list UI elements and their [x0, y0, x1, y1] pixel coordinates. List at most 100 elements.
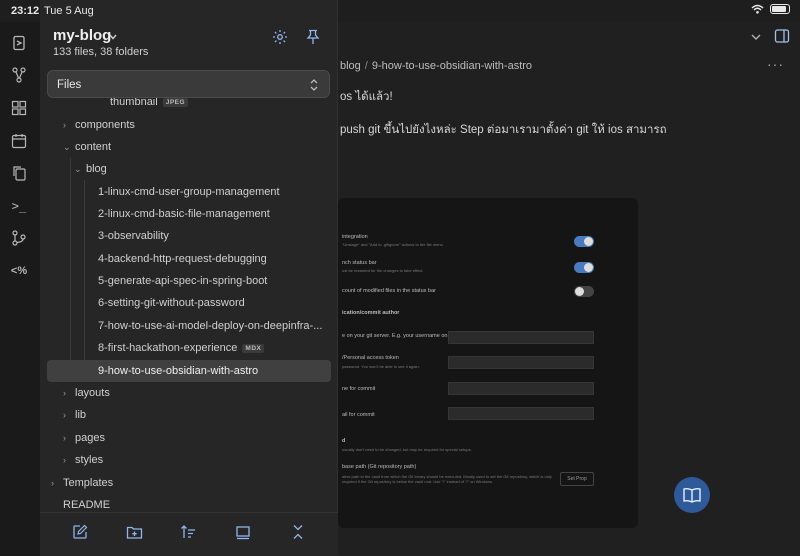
more-options-icon[interactable]: ···	[767, 56, 784, 72]
folder-label: styles	[75, 454, 104, 466]
image-toggle	[574, 262, 594, 273]
editor-top-icons	[750, 28, 790, 44]
graph-icon[interactable]	[8, 64, 30, 86]
git-icon[interactable]	[8, 227, 30, 249]
file-label: 4-backend-http-request-debugging	[98, 253, 267, 265]
folder-label: components	[75, 119, 135, 131]
battery-icon	[770, 4, 790, 14]
file-item[interactable]: 7-how-to-use-ai-model-deploy-on-deepinfr…	[98, 315, 322, 337]
breadcrumb-file[interactable]: 9-how-to-use-obsidian-with-astro	[372, 60, 532, 72]
file-item-thumbnail[interactable]: thumbnail JPEG	[110, 98, 189, 113]
image-field	[448, 407, 594, 420]
image-field	[448, 382, 594, 395]
image-text: integration	[342, 234, 368, 240]
image-toggle	[574, 236, 594, 247]
folder-label: Templates	[63, 477, 114, 489]
new-folder-icon[interactable]	[123, 521, 145, 543]
left-ribbon: >_ <%	[0, 22, 40, 556]
explorer-toolbar	[40, 512, 338, 556]
file-item[interactable]: 2-linux-cmd-basic-file-management	[98, 203, 270, 225]
breadcrumb: blog/ 9-how-to-use-obsidian-with-astro	[340, 60, 532, 72]
calendar-icon[interactable]	[8, 130, 30, 152]
updown-chevron-icon	[310, 79, 318, 91]
chevron-right-icon: ›	[63, 455, 66, 465]
file-item[interactable]: 8-first-hackathon-experience MDX	[98, 337, 265, 359]
blocks-icon[interactable]	[8, 97, 30, 119]
file-item[interactable]: 4-backend-http-request-debugging	[98, 248, 267, 270]
chevron-down-icon: ⌄	[74, 163, 82, 174]
vault-name[interactable]: my-blog	[53, 27, 111, 44]
editor-text-line[interactable]: push git ขึ้นไปยังไงหล่ะ Step ต่อมาเรามา…	[340, 121, 667, 139]
file-item[interactable]: 3-observability	[98, 225, 169, 247]
folder-item-layouts[interactable]: › layouts	[63, 382, 110, 404]
copy-icon[interactable]	[8, 162, 30, 184]
folder-item-templates[interactable]: › Templates	[51, 472, 113, 494]
regex-icon[interactable]: <%	[8, 260, 30, 282]
breadcrumb-folder[interactable]: blog	[340, 60, 361, 72]
image-text: d	[342, 438, 346, 444]
folder-item-content[interactable]: ⌄ content	[63, 136, 111, 158]
status-bar: 23:12 Tue 5 Aug	[0, 0, 800, 22]
sidebar-toggle-icon[interactable]	[774, 28, 790, 44]
image-text: nch status bar	[342, 260, 377, 266]
image-field	[448, 331, 594, 344]
file-label: 8-first-hackathon-experience	[98, 342, 238, 354]
vault-switcher-chevron-icon[interactable]	[108, 32, 118, 42]
folder-item-pages[interactable]: › pages	[63, 427, 105, 449]
view-selector-dropdown[interactable]: Files	[47, 70, 330, 98]
chevron-right-icon: ›	[63, 388, 66, 398]
folder-label: layouts	[75, 387, 110, 399]
file-item[interactable]: 1-linux-cmd-user-group-management	[98, 181, 280, 203]
new-note-icon[interactable]	[69, 521, 91, 543]
folder-item-styles[interactable]: › styles	[63, 449, 103, 471]
indent-guide	[84, 180, 85, 360]
image-text: ust be restarted for the changes to take…	[342, 268, 424, 273]
file-extension-badge: JPEG	[162, 98, 189, 107]
gear-icon[interactable]	[272, 29, 288, 45]
open-vault-icon[interactable]	[8, 32, 30, 54]
file-label: 2-linux-cmd-basic-file-management	[98, 208, 270, 220]
status-time: 23:12	[11, 5, 40, 17]
breadcrumb-separator: /	[364, 60, 368, 72]
chevron-down-icon[interactable]	[750, 31, 762, 43]
indent-guide	[70, 158, 71, 360]
wifi-icon	[751, 4, 764, 14]
terminal-icon[interactable]: >_	[8, 195, 30, 217]
chevron-right-icon: ›	[63, 433, 66, 443]
chevron-right-icon: ›	[63, 410, 66, 420]
collapse-view-icon[interactable]	[232, 521, 254, 543]
chevron-down-icon: ⌄	[63, 141, 71, 152]
editor-text-line[interactable]: os ได้แล้ว!	[340, 88, 393, 106]
reading-view-icon[interactable]	[674, 477, 710, 513]
folder-item-components[interactable]: › components	[63, 114, 135, 136]
editor-pane: blog/ 9-how-to-use-obsidian-with-astro ··…	[338, 22, 800, 556]
collapse-all-icon[interactable]	[287, 521, 309, 543]
folder-item-blog[interactable]: ⌄ blog	[74, 158, 107, 180]
file-tree: thumbnail JPEG › components ⌄ content ⌄ blog…	[40, 98, 338, 512]
file-label: 6-setting-git-without-password	[98, 297, 245, 309]
file-item-active[interactable]: 9-how-to-use-obsidian-with-astro	[47, 360, 331, 382]
status-indicators	[751, 4, 790, 14]
folder-label: pages	[75, 432, 105, 444]
file-item[interactable]: 5-generate-api-spec-in-spring-boot	[98, 270, 267, 292]
embedded-image: integration "Unstage" and "Add to .gitig…	[338, 198, 638, 528]
status-date: Tue 5 Aug	[44, 5, 94, 17]
image-text: "Unstage" and "Add to .gitignore" action…	[342, 242, 443, 247]
file-label: 1-linux-cmd-user-group-management	[98, 186, 280, 198]
folder-label: lib	[75, 409, 87, 421]
file-label: 5-generate-api-spec-in-spring-boot	[98, 275, 268, 287]
image-text: ail for commit	[342, 412, 375, 418]
file-item[interactable]: 6-setting-git-without-password	[98, 292, 245, 314]
regex-glyph: <%	[10, 265, 28, 277]
chevron-right-icon: ›	[51, 478, 54, 488]
view-selector-label: Files	[57, 79, 82, 91]
image-text: count of modified files in the status ba…	[342, 288, 436, 294]
chevron-right-icon: ›	[63, 120, 66, 130]
image-field	[448, 356, 594, 369]
file-item-readme[interactable]: README	[63, 494, 110, 512]
folder-item-lib[interactable]: › lib	[63, 404, 86, 426]
pin-icon[interactable]	[306, 29, 320, 45]
file-label: 9-how-to-use-obsidian-with-astro	[98, 365, 259, 377]
folder-label: blog	[86, 163, 107, 175]
sort-icon[interactable]	[177, 521, 199, 543]
